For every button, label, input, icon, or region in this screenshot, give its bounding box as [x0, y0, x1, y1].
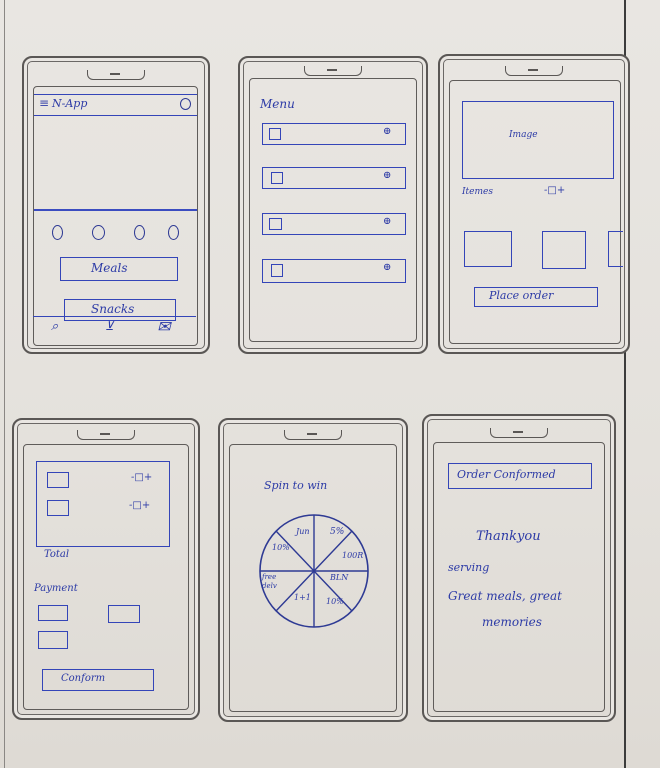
- item-thumbnail: [271, 172, 283, 184]
- item-image-placeholder: Image: [462, 101, 614, 179]
- phone-menu: Menu ⊕ ⊕ ⊕ ⊕: [238, 56, 428, 354]
- phone-order-confirmed: Order Conformed Thankyou serving Great m…: [422, 414, 616, 722]
- phone-item-detail: Image Itemes -□+ Place order: [438, 54, 630, 354]
- menu-item-row[interactable]: ⊕: [262, 167, 406, 189]
- add-item-icon[interactable]: ⊕: [383, 262, 391, 273]
- wheel-segment-label: Jun: [296, 527, 310, 536]
- item-thumbnail: [269, 218, 282, 230]
- cart-item-thumbnail: [47, 472, 69, 488]
- app-title: N-App: [52, 97, 88, 110]
- wheel-segment-label: 10%: [326, 597, 344, 606]
- quantity-stepper[interactable]: -□+: [129, 500, 150, 511]
- paper-left-edge: [4, 0, 5, 768]
- item-thumbnail: [269, 128, 281, 140]
- wheel-segment-label: 10%: [272, 543, 290, 552]
- screen-home: ≡ N-App Meals Snacks: [33, 86, 198, 346]
- phone-notch: [77, 430, 135, 440]
- phone-notch: [505, 66, 563, 76]
- meals-button-label: Meals: [91, 261, 128, 275]
- items-label: Itemes: [462, 187, 493, 197]
- screen-order-confirmed: Order Conformed Thankyou serving Great m…: [433, 442, 605, 712]
- wheel-segment-label: free delv: [262, 573, 277, 590]
- wheel-segment-label: 1+1: [294, 593, 311, 602]
- payment-option[interactable]: [38, 631, 68, 649]
- mail-icon[interactable]: ✉: [157, 317, 170, 336]
- slogan-line-2: memories: [482, 615, 542, 629]
- phone-checkout: -□+ -□+ Total Payment Conform: [12, 418, 200, 720]
- screen-checkout: -□+ -□+ Total Payment Conform: [23, 444, 189, 710]
- confirm-button[interactable]: Conform: [42, 669, 154, 691]
- related-item-card[interactable]: [608, 231, 623, 267]
- item-thumbnail: [271, 264, 283, 277]
- bottom-nav: ⌕ ⊻ ✉: [33, 316, 196, 341]
- category-circle-icon[interactable]: [168, 225, 179, 240]
- thank-you-text: Thankyou: [476, 529, 541, 544]
- related-item-card[interactable]: [542, 231, 586, 269]
- total-label: Total: [44, 549, 70, 560]
- search-icon[interactable]: ⌕: [51, 319, 58, 334]
- order-confirmed-banner: Order Conformed: [448, 463, 592, 489]
- phone-notch: [304, 66, 362, 76]
- related-item-card[interactable]: [464, 231, 512, 267]
- cart-item-thumbnail: [47, 500, 69, 516]
- phone-spin: Spin to win Jun 5% 100R BLN 10% 1+1 free…: [218, 418, 408, 722]
- cart-summary-box: -□+ -□+: [36, 461, 170, 547]
- screen-spin: Spin to win Jun 5% 100R BLN 10% 1+1 free…: [229, 444, 397, 712]
- menu-title: Menu: [260, 97, 295, 111]
- category-circle-icon[interactable]: [52, 225, 63, 240]
- confirm-button-label: Conform: [61, 673, 106, 684]
- phone-notch: [490, 428, 548, 438]
- phone-notch: [284, 430, 342, 440]
- menu-item-row[interactable]: ⊕: [262, 123, 406, 145]
- slogan-line-1: Great meals, great: [448, 589, 562, 603]
- image-label: Image: [509, 130, 538, 140]
- quantity-stepper[interactable]: -□+: [131, 472, 152, 483]
- screen-menu: Menu ⊕ ⊕ ⊕ ⊕: [249, 78, 417, 342]
- category-circle-icon[interactable]: [134, 225, 145, 240]
- menu-item-row[interactable]: ⊕: [262, 213, 406, 235]
- cart-icon[interactable]: ⊻: [105, 319, 114, 333]
- banner-area-divider: [34, 209, 197, 211]
- menu-item-row[interactable]: ⊕: [262, 259, 406, 283]
- hamburger-menu-icon[interactable]: ≡: [39, 96, 49, 110]
- phone-notch: [87, 70, 145, 80]
- category-circle-icon[interactable]: [92, 225, 105, 240]
- payment-option[interactable]: [108, 605, 140, 623]
- screen-item-detail: Image Itemes -□+ Place order: [449, 80, 623, 344]
- add-item-icon[interactable]: ⊕: [383, 216, 391, 227]
- spin-title: Spin to win: [264, 479, 328, 492]
- serving-text: serving: [448, 561, 490, 574]
- spin-wheel[interactable]: [256, 513, 372, 629]
- payment-option[interactable]: [38, 605, 68, 621]
- wheel-segment-label: BLN: [330, 573, 349, 582]
- wheel-segment-label: 100R: [342, 551, 364, 560]
- add-item-icon[interactable]: ⊕: [383, 170, 391, 181]
- profile-icon[interactable]: [180, 98, 191, 110]
- order-confirmed-text: Order Conformed: [457, 468, 556, 481]
- wheel-segment-label: 5%: [330, 527, 345, 537]
- place-order-label: Place order: [489, 289, 554, 302]
- phone-home: ≡ N-App Meals Snacks ⌕ ⊻ ✉: [22, 56, 210, 354]
- add-item-icon[interactable]: ⊕: [383, 126, 391, 137]
- meals-button[interactable]: Meals: [60, 257, 178, 281]
- snacks-button-label: Snacks: [91, 302, 135, 316]
- place-order-button[interactable]: Place order: [474, 287, 598, 307]
- quantity-stepper[interactable]: -□+: [544, 185, 565, 196]
- app-header: ≡ N-App: [34, 94, 197, 116]
- payment-label: Payment: [34, 583, 78, 594]
